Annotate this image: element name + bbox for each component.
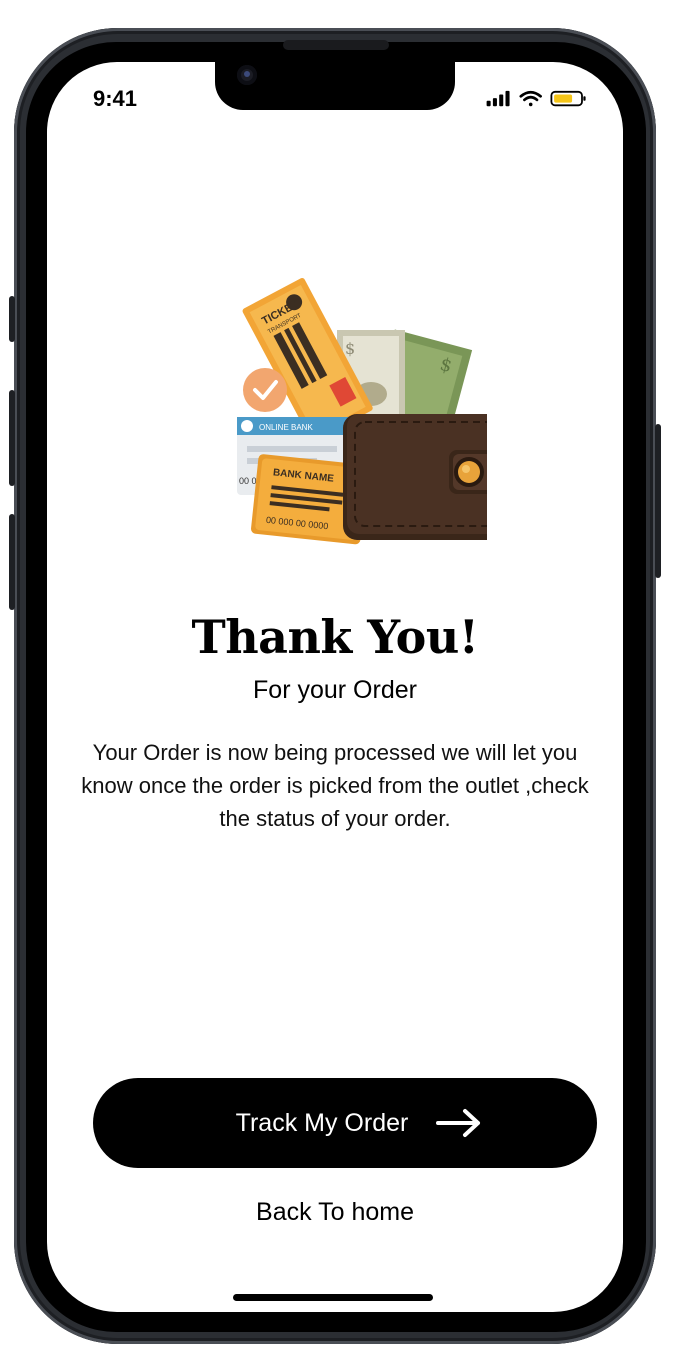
battery-icon <box>550 90 586 107</box>
svg-text:ONLINE BANK: ONLINE BANK <box>259 423 313 432</box>
track-order-button[interactable]: Track My Order <box>93 1078 597 1168</box>
page-subtitle: For your Order <box>253 676 417 704</box>
svg-text:$: $ <box>345 339 355 358</box>
wifi-icon <box>519 90 542 107</box>
order-status-message: Your Order is now being processed we wil… <box>81 740 589 831</box>
volume-up-button <box>9 390 15 486</box>
volume-down-button <box>9 514 15 610</box>
status-icons <box>486 90 586 107</box>
speaker-grille <box>283 40 389 50</box>
notch <box>215 62 455 110</box>
page-title: Thank You! <box>191 610 479 664</box>
track-order-label: Track My Order <box>235 1108 409 1137</box>
silent-switch <box>9 296 15 342</box>
status-time: 9:41 <box>93 86 138 111</box>
wallet-illustration: $ $ TICKET TRANSPORT ONLINE BANK 00 00 B… <box>237 277 487 545</box>
power-button <box>655 424 661 578</box>
back-to-home-link[interactable]: Back To home <box>47 1198 623 1227</box>
wallet <box>343 414 487 540</box>
home-indicator[interactable] <box>233 1294 433 1301</box>
check-badge-icon <box>243 368 287 412</box>
front-camera <box>237 65 257 85</box>
arrow-right-icon <box>436 1109 481 1137</box>
screen: 9:41 $ $ TICKET TRANSPORT ONLINE BANK 00… <box>47 62 623 1312</box>
cellular-signal-icon <box>486 90 510 107</box>
